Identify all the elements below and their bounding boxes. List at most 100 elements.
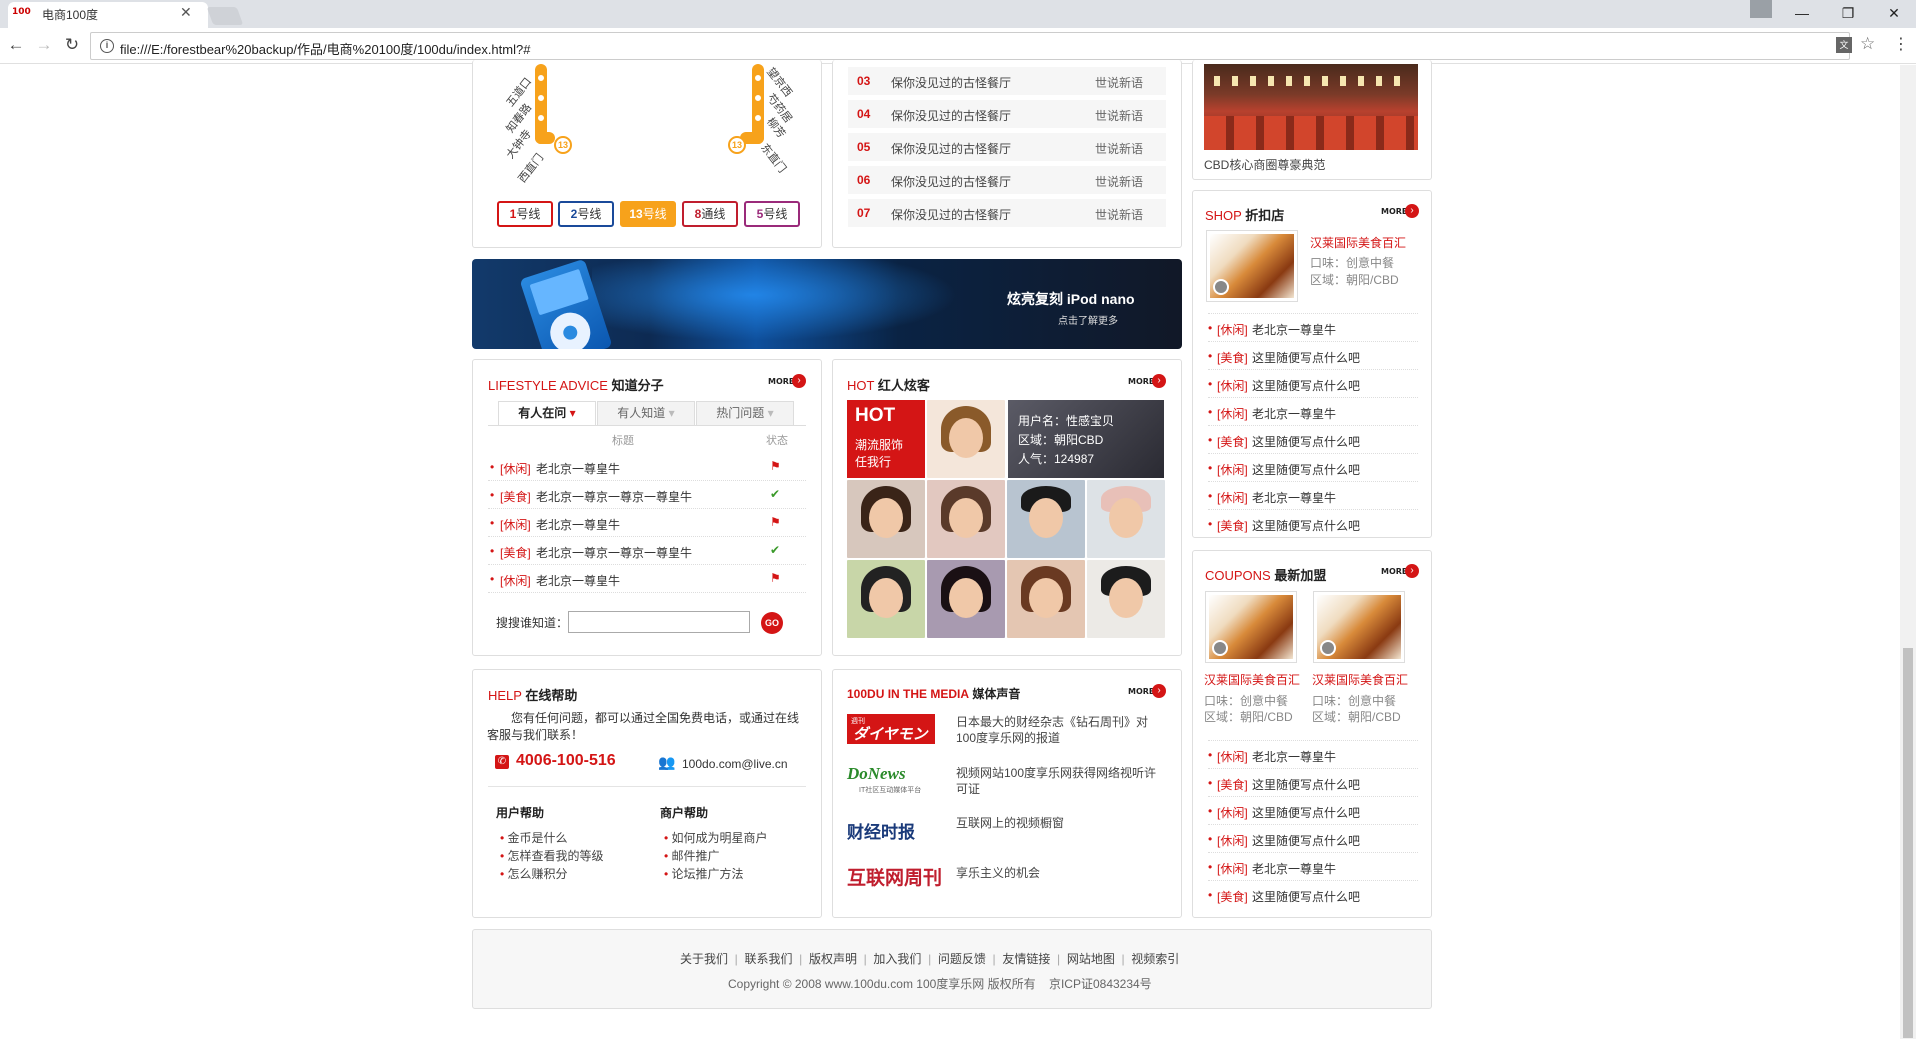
media-logo-diamond[interactable]: 週刊 ダイヤモンド bbox=[847, 714, 935, 764]
footer-link-sitemap[interactable]: 网站地图 bbox=[1067, 952, 1115, 966]
ipod-banner[interactable]: 炫亮复刻 iPod nano 点击了解更多 bbox=[472, 259, 1182, 349]
line-13-button[interactable]: 13号线 bbox=[620, 201, 676, 227]
footer-link-about[interactable]: 关于我们 bbox=[680, 952, 728, 966]
shop-list-item[interactable]: • [休闲] 老北京一尊皇牛 bbox=[1208, 314, 1418, 342]
help-link[interactable]: • 怎样查看我的等级 bbox=[500, 847, 604, 864]
forward-icon[interactable]: → bbox=[34, 35, 54, 55]
arrow-right-icon[interactable]: › bbox=[1405, 204, 1419, 218]
coupon-list-item[interactable]: • [美食] 这里随便写点什么吧 bbox=[1208, 769, 1418, 797]
go-button[interactable]: GO bbox=[761, 612, 783, 634]
metro-stop[interactable] bbox=[536, 113, 546, 123]
line-8-button[interactable]: 8通线 bbox=[682, 201, 738, 227]
shop-feature-photo[interactable] bbox=[1206, 230, 1298, 302]
menu-icon[interactable]: ⋮ bbox=[1893, 34, 1909, 54]
media-item-text[interactable]: 日本最大的财经杂志《钻石周刊》对100度享乐网的报道 bbox=[956, 714, 1162, 746]
browser-tab[interactable] bbox=[8, 2, 208, 28]
scrollbar-thumb[interactable] bbox=[1903, 648, 1913, 1038]
avatar[interactable] bbox=[927, 480, 1005, 558]
translate-icon[interactable]: 文 bbox=[1836, 37, 1852, 53]
metro-stop[interactable] bbox=[536, 93, 546, 103]
close-icon[interactable]: ✕ bbox=[1874, 2, 1914, 24]
coupon-list-item[interactable]: • [美食] 这里随便写点什么吧 bbox=[1208, 881, 1418, 909]
shop-list-item[interactable]: • [休闲] 老北京一尊皇牛 bbox=[1208, 398, 1418, 426]
minimize-icon[interactable]: — bbox=[1782, 2, 1822, 24]
cbd-photo[interactable] bbox=[1204, 64, 1418, 150]
metro-stop[interactable] bbox=[536, 73, 546, 83]
hot-badge[interactable]: HOT 潮流服饰 任我行 bbox=[847, 400, 925, 478]
rank-item[interactable]: 05 保你没见过的古怪餐厅 世说新语 bbox=[848, 133, 1166, 161]
featured-user-card[interactable]: 用户名：性感宝贝 区域：朝阳CBD 人气：124987 bbox=[1008, 400, 1164, 478]
shop-list-item[interactable]: • [休闲] 老北京一尊皇牛 bbox=[1208, 482, 1418, 510]
footer-link-contact[interactable]: 联系我们 bbox=[744, 952, 792, 966]
avatar[interactable] bbox=[1007, 480, 1085, 558]
url-text[interactable]: file:///E:/forestbear%20backup/作品/电商%201… bbox=[120, 39, 530, 58]
media-item-text[interactable]: 享乐主义的机会 bbox=[956, 864, 1162, 881]
coupon-list-item[interactable]: • [休闲] 老北京一尊皇牛 bbox=[1208, 853, 1418, 881]
hot-more-link[interactable]: MORE bbox=[1128, 377, 1154, 386]
media-item-text[interactable]: 互联网上的视频橱窗 bbox=[956, 814, 1162, 831]
avatar[interactable] bbox=[847, 480, 925, 558]
rank-item[interactable]: 03 保你没见过的古怪餐厅 世说新语 bbox=[848, 67, 1166, 95]
question-row[interactable]: • [美食] 老北京一尊京一尊京一尊皇牛 ✔ bbox=[488, 537, 806, 565]
rank-item[interactable]: 04 保你没见过的古怪餐厅 世说新语 bbox=[848, 100, 1166, 128]
tab-close-icon[interactable]: ✕ bbox=[180, 4, 192, 21]
coupon-name[interactable]: 汉莱国际美食百汇 bbox=[1204, 671, 1300, 688]
tab-asking[interactable]: 有人在问 ▾ bbox=[498, 401, 596, 425]
metro-stop[interactable] bbox=[753, 73, 763, 83]
help-link[interactable]: • 怎么赚积分 bbox=[500, 865, 568, 882]
shop-list-item[interactable]: • [美食] 这里随便写点什么吧 bbox=[1208, 510, 1418, 538]
question-row[interactable]: • [美食] 老北京一尊京一尊京一尊皇牛 ✔ bbox=[488, 481, 806, 509]
metro-stop[interactable] bbox=[753, 93, 763, 103]
media-logo-hulianwang[interactable]: 互联网周刊 bbox=[847, 863, 942, 890]
coupon-list-item[interactable]: • [休闲] 老北京一尊皇牛 bbox=[1208, 741, 1418, 769]
avatar[interactable] bbox=[847, 560, 925, 638]
coupon-list-item[interactable]: • [休闲] 这里随便写点什么吧 bbox=[1208, 825, 1418, 853]
coupons-more-link[interactable]: MORE bbox=[1381, 567, 1407, 576]
shop-list-item[interactable]: • [美食] 这里随便写点什么吧 bbox=[1208, 342, 1418, 370]
back-icon[interactable]: ← bbox=[6, 35, 26, 55]
rank-item[interactable]: 07 保你没见过的古怪餐厅 世说新语 bbox=[848, 199, 1166, 227]
coupon-photo[interactable] bbox=[1205, 591, 1297, 663]
metro-stop[interactable] bbox=[753, 113, 763, 123]
avatar[interactable] bbox=[927, 560, 1005, 638]
avatar[interactable] bbox=[1087, 480, 1165, 558]
question-row[interactable]: • [休闲] 老北京一尊皇牛 ⚑ bbox=[488, 453, 806, 481]
shop-list-item[interactable]: • [美食] 这里随便写点什么吧 bbox=[1208, 426, 1418, 454]
shop-more-link[interactable]: MORE bbox=[1381, 207, 1407, 216]
shop-list-item[interactable]: • [休闲] 这里随便写点什么吧 bbox=[1208, 454, 1418, 482]
coupon-list-item[interactable]: • [休闲] 这里随便写点什么吧 bbox=[1208, 797, 1418, 825]
maximize-icon[interactable]: ❐ bbox=[1828, 2, 1868, 24]
reload-icon[interactable]: ↻ bbox=[62, 35, 82, 55]
shop-list-item[interactable]: • [休闲] 这里随便写点什么吧 bbox=[1208, 370, 1418, 398]
help-link[interactable]: • 邮件推广 bbox=[664, 847, 720, 864]
line-1-button[interactable]: 1号线 bbox=[497, 201, 553, 227]
hotline-number[interactable]: 4006-100-516 bbox=[516, 752, 616, 770]
line-2-button[interactable]: 2号线 bbox=[558, 201, 614, 227]
media-item-text[interactable]: 视频网站100度享乐网获得网络视听许可证 bbox=[956, 765, 1162, 797]
profile-icon[interactable] bbox=[1750, 0, 1772, 18]
media-more-link[interactable]: MORE bbox=[1128, 687, 1154, 696]
footer-link-video-index[interactable]: 视频索引 bbox=[1131, 952, 1179, 966]
media-logo-caijing[interactable]: 财经时报 bbox=[847, 818, 915, 843]
star-icon[interactable]: ☆ bbox=[1860, 34, 1875, 54]
rank-item[interactable]: 06 保你没见过的古怪餐厅 世说新语 bbox=[848, 166, 1166, 194]
coupon-name[interactable]: 汉莱国际美食百汇 bbox=[1312, 671, 1408, 688]
question-row[interactable]: • [休闲] 老北京一尊皇牛 ⚑ bbox=[488, 509, 806, 537]
footer-link-feedback[interactable]: 问题反馈 bbox=[938, 952, 986, 966]
coupon-photo[interactable] bbox=[1313, 591, 1405, 663]
help-link[interactable]: • 如何成为明星商户 bbox=[664, 829, 768, 846]
avatar[interactable] bbox=[1007, 560, 1085, 638]
tab-knowing[interactable]: 有人知道 ▾ bbox=[597, 401, 695, 425]
new-tab-button[interactable] bbox=[206, 7, 244, 25]
media-logo-donews[interactable]: DoNews IT社区互动媒体平台 bbox=[847, 764, 935, 794]
arrow-right-icon[interactable]: › bbox=[1152, 374, 1166, 388]
info-icon[interactable]: i bbox=[100, 39, 114, 53]
help-email[interactable]: 100do.com@live.cn bbox=[682, 757, 788, 771]
footer-link-friends[interactable]: 友情链接 bbox=[1002, 952, 1050, 966]
avatar[interactable] bbox=[1087, 560, 1165, 638]
help-link[interactable]: • 金币是什么 bbox=[500, 829, 568, 846]
footer-link-join[interactable]: 加入我们 bbox=[873, 952, 921, 966]
arrow-right-icon[interactable]: › bbox=[1405, 564, 1419, 578]
shop-feature-name[interactable]: 汉莱国际美食百汇 bbox=[1310, 234, 1406, 251]
footer-link-copyright[interactable]: 版权声明 bbox=[809, 952, 857, 966]
